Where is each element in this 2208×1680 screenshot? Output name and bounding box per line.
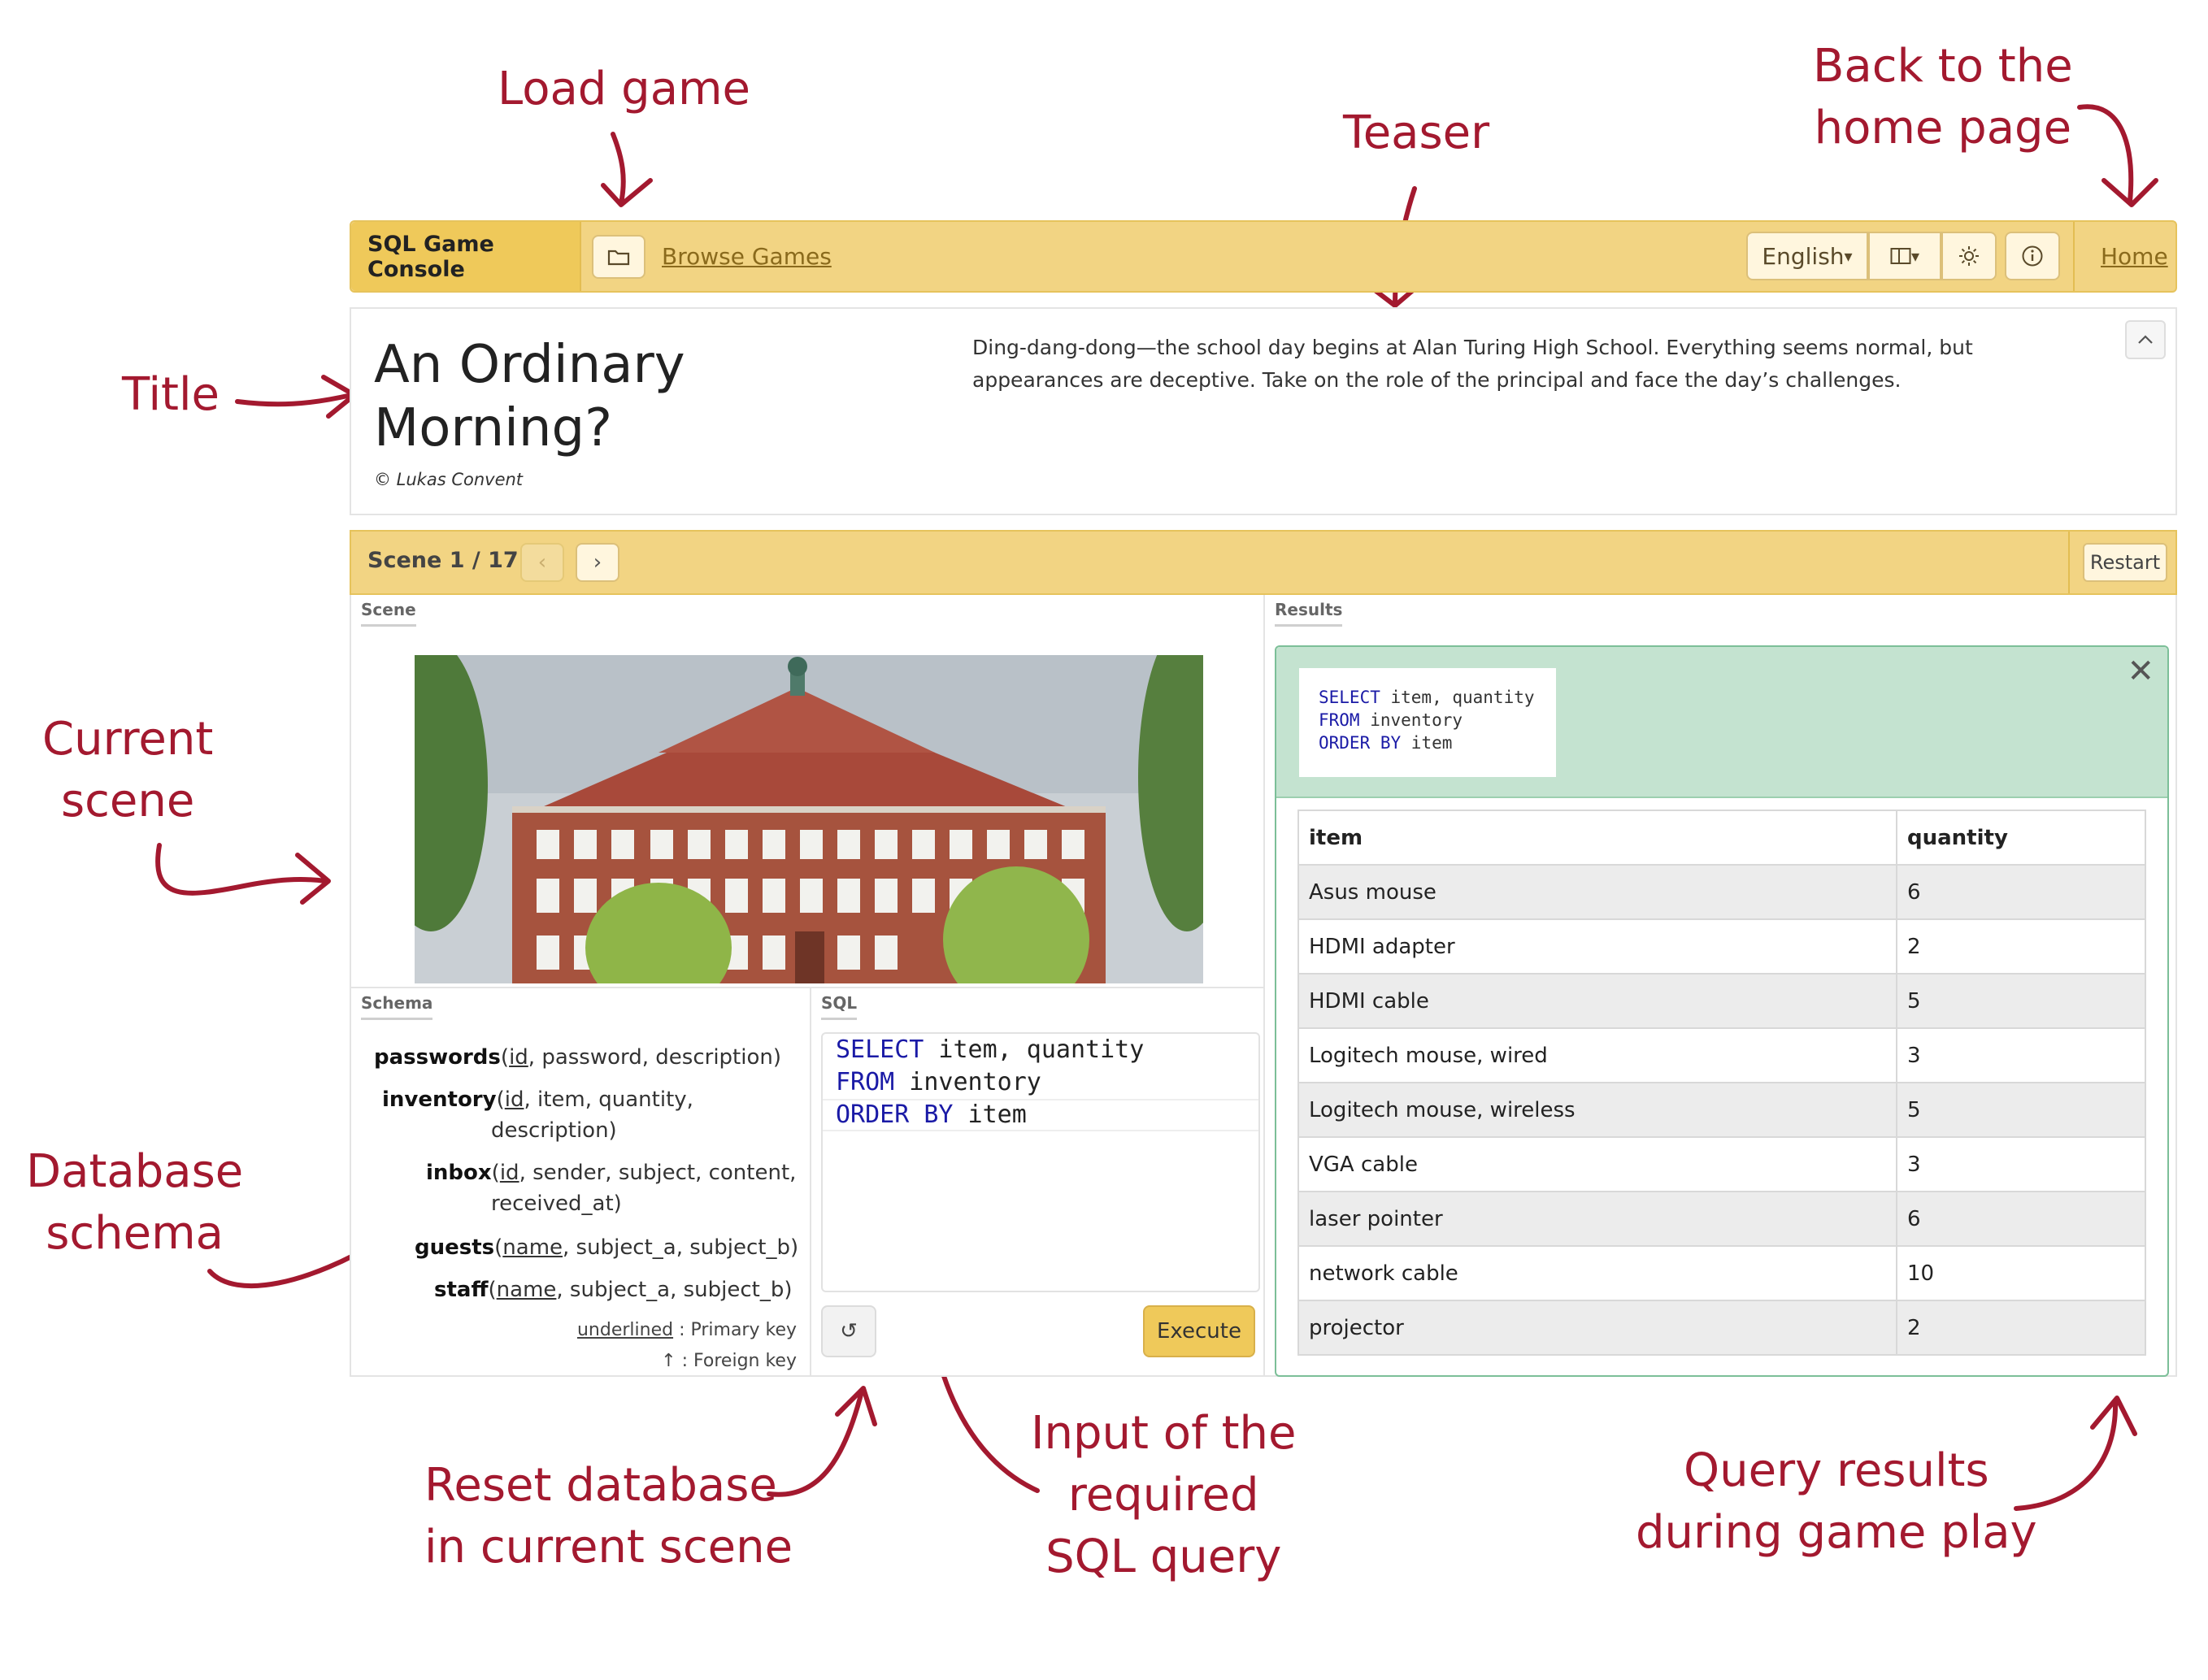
table-cell: HDMI adapter [1297,918,1897,975]
schema-table-passwords: passwords(id, password, description) [374,1045,781,1070]
top-navbar: SQL Game Console Browse Games English Ho… [350,220,2177,293]
table-cell: projector [1297,1300,1897,1356]
arrow-current-scene [155,843,331,905]
schema-table-staff: staff(name, subject_a, subject_b) [434,1278,793,1302]
column-header: quantity [1896,810,2146,866]
table-cell: 2 [1896,918,2146,975]
annotation-teaser: Teaser [1343,106,1490,159]
table-cell: 10 [1896,1245,2146,1301]
column-header: item [1297,810,1897,866]
restart-separator [2068,532,2070,593]
annotation-home: Back to the home page [1813,40,2073,154]
table-cell: 5 [1896,1082,2146,1138]
table-cell: VGA cable [1297,1136,1897,1192]
annotation-current-scene: Current scene [42,713,214,827]
scene-image [415,655,1203,983]
table-header-row: item quantity [1297,810,2146,866]
table-cell: Logitech mouse, wireless [1297,1082,1897,1138]
reset-icon: ↺ [840,1319,858,1344]
schema-panel: Schema passwords(id, password, descripti… [350,987,811,1377]
layout-toggle[interactable] [1868,232,1941,280]
tab-scene[interactable]: Scene [361,600,416,627]
annotation-sql-input: Input of the required SQL query [1031,1407,1297,1583]
table-cell: HDMI cable [1297,973,1897,1029]
brand: SQL Game Console [351,222,581,291]
restart-button[interactable]: Restart [2083,543,2167,582]
table-cell: 5 [1896,973,2146,1029]
result-box: SELECT item, quantity FROM inventory ORD… [1275,645,2169,1377]
schema-table-guests: guests(name, subject_a, subject_b) [415,1235,799,1260]
schema-legend-primary: underlined : Primary key [576,1320,797,1340]
sun-icon [1959,246,1979,266]
reset-database-button[interactable]: ↺ [821,1305,876,1357]
executed-query: SELECT item, quantity FROM inventory ORD… [1299,668,1556,777]
info-button[interactable] [2005,232,2060,280]
schema-table-inventory-cont: description) [491,1118,617,1143]
table-row: HDMI adapter 2 [1297,918,2146,975]
table-row: Logitech mouse, wired 3 [1297,1027,2146,1083]
table-row: projector 2 [1297,1300,2146,1356]
arrow-title [235,375,357,419]
annotation-reset-database: Reset database in current scene [424,1459,793,1574]
chevron-up-icon [2138,335,2153,344]
execute-button[interactable]: Execute [1143,1305,1255,1357]
schema-table-inbox-cont: received_at) [491,1192,622,1216]
schema-table-inventory: inventory(id, item, quantity, [382,1087,693,1112]
home-link[interactable]: Home [2101,243,2168,270]
browse-games-link[interactable]: Browse Games [662,243,832,270]
game-teaser: Ding-dang-dong—the school day begins at … [972,336,1973,392]
close-icon[interactable]: ✕ [2127,655,2154,688]
table-cell: 2 [1896,1300,2146,1356]
game-title-card: An Ordinary Morning? © Lukas Convent Ding… [350,307,2177,515]
table-cell: 6 [1896,864,2146,920]
table-cell: Asus mouse [1297,864,1897,920]
annotation-title: Title [122,368,220,421]
language-select[interactable]: English [1746,232,1868,280]
result-header: SELECT item, quantity FROM inventory ORD… [1276,647,2167,798]
language-label: English [1762,242,1845,270]
table-row: VGA cable 3 [1297,1136,2146,1192]
table-cell: 6 [1896,1191,2146,1247]
folder-icon [607,250,630,266]
layout-icon [1890,248,1911,264]
info-icon [2022,245,2043,267]
collapse-button[interactable] [2125,320,2166,359]
game-author: © Lukas Convent [374,470,524,489]
tab-schema[interactable]: Schema [361,993,433,1020]
results-panel: Results SELECT item, quantity FROM inven… [1263,595,2177,1377]
arrow-home [2077,104,2158,207]
table-cell: 3 [1896,1027,2146,1083]
next-scene-button[interactable]: › [576,543,619,582]
table-cell: 3 [1896,1136,2146,1192]
table-cell: Logitech mouse, wired [1297,1027,1897,1083]
annotation-query-results: Query results during game play [1636,1444,2037,1559]
tab-sql[interactable]: SQL [821,993,858,1020]
theme-toggle[interactable] [1941,232,1997,280]
table-row: Asus mouse 6 [1297,864,2146,920]
scene-counter: Scene 1 / 17 [367,548,519,573]
scene-bar: Scene 1 / 17 ‹ › Restart [350,530,2177,595]
table-row: Logitech mouse, wireless 5 [1297,1082,2146,1138]
game-title: An Ordinary Morning? [374,335,685,458]
table-row: network cable 10 [1297,1245,2146,1301]
table-row: laser pointer 6 [1297,1191,2146,1247]
sql-editor[interactable]: SELECT item, quantity FROM inventory ORD… [821,1032,1260,1292]
tab-results[interactable]: Results [1275,600,1343,627]
prev-scene-button[interactable]: ‹ [520,543,564,582]
sql-panel: SQL SELECT item, quantity FROM inventory… [810,987,1265,1377]
arrow-load-game [601,132,653,207]
schema-table-inbox: inbox(id, sender, subject, content, [426,1161,797,1185]
browse-games-button[interactable] [592,235,645,279]
results-table: item quantity Asus mouse 6 HDMI adapter 2 … [1297,810,2146,1356]
scene-panel: Scene [350,595,1265,988]
table-row: HDMI cable 5 [1297,973,2146,1029]
schema-legend-foreign: ↑ : Foreign key [661,1351,797,1371]
table-cell: laser pointer [1297,1191,1897,1247]
annotation-database-schema: Database schema [26,1145,244,1260]
annotation-load-game: Load game [498,63,751,115]
home-separator [2073,222,2075,291]
table-cell: network cable [1297,1245,1897,1301]
